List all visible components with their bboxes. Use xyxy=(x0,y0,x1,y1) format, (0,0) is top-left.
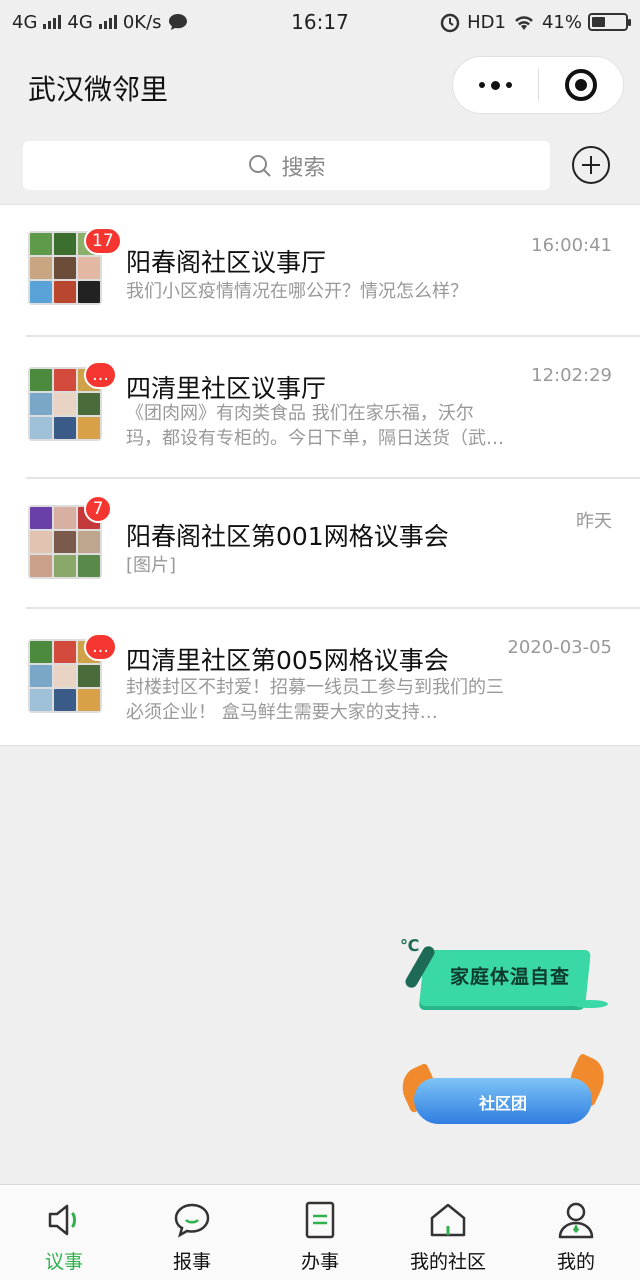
battery-icon xyxy=(588,13,631,31)
status-bar: 4G 4G 0K/s 16:17 HD1 41% xyxy=(0,0,640,44)
temperature-check-label: 家庭体温自查 xyxy=(449,966,570,988)
tab-service[interactable]: 办事 xyxy=(256,1185,384,1280)
chat-title: 阳春阁社区议事厅 xyxy=(126,248,327,277)
chat-title: 四清里社区第005网格议事会 xyxy=(126,646,449,675)
chat-title: 阳春阁社区第001网格议事会 xyxy=(126,522,449,551)
person-icon xyxy=(556,1199,596,1241)
tab-me[interactable]: 我的 xyxy=(512,1185,640,1280)
unread-badge: … xyxy=(84,633,117,661)
chat-preview: 封楼封区不封爱！招募一线员工参与到我们的三必须企业！ 盒马鲜生需要大家的支持… xyxy=(126,677,504,723)
network-speed: 0K/s xyxy=(122,11,162,33)
alarm-clock-icon xyxy=(440,13,460,33)
tab-label: 报事 xyxy=(172,1251,211,1273)
chat-preview: [图片] xyxy=(126,555,177,576)
chat-item[interactable]: … 四清里社区议事厅 12:02:29 《团肉网》有肉类食品 我们在家乐福，沃尔… xyxy=(0,335,640,477)
wifi-icon xyxy=(515,16,533,30)
target-icon xyxy=(564,69,597,101)
add-button[interactable] xyxy=(572,146,610,184)
chat-title: 四清里社区议事厅 xyxy=(126,374,327,403)
tab-discuss[interactable]: 议事 xyxy=(0,1185,128,1280)
signal-bars-icon xyxy=(98,15,117,29)
chat-time: 昨天 xyxy=(576,511,612,532)
document-icon xyxy=(300,1199,340,1241)
network-label-1: 4G xyxy=(12,11,38,33)
more-dot-icon xyxy=(505,82,512,88)
app-title: 武汉微邻里 xyxy=(28,73,169,106)
more-button[interactable] xyxy=(453,57,538,113)
tab-label: 我的 xyxy=(556,1251,595,1273)
chat-item[interactable]: 17 阳春阁社区议事厅 16:00:41 我们小区疫情情况在哪公开？情况怎么样？ xyxy=(0,205,640,335)
chat-item[interactable]: … 四清里社区第005网格议事会 2020-03-05 封楼封区不封爱！招募一线… xyxy=(0,607,640,745)
search-icon xyxy=(249,154,272,177)
tab-report[interactable]: 报事 xyxy=(128,1185,256,1280)
chat-time: 12:02:29 xyxy=(531,365,612,386)
unread-badge: 7 xyxy=(84,495,112,523)
mini-program-capsule xyxy=(452,56,624,114)
home-icon xyxy=(428,1199,468,1241)
community-group-button[interactable]: 社区团 xyxy=(395,1052,612,1130)
celsius-label: ℃ xyxy=(400,936,420,955)
chat-list: 17 阳春阁社区议事厅 16:00:41 我们小区疫情情况在哪公开？情况怎么样？… xyxy=(0,204,640,746)
battery-fill xyxy=(592,17,606,27)
chat-time: 16:00:41 xyxy=(531,235,612,256)
unread-badge: 17 xyxy=(84,227,122,255)
chat-bubble-icon xyxy=(172,1199,212,1241)
battery-percent: 41% xyxy=(541,11,582,33)
search-input[interactable]: 搜索 xyxy=(23,141,550,190)
chat-preview: 我们小区疫情情况在哪公开？情况怎么样？ xyxy=(126,281,468,302)
hd-label: HD1 xyxy=(467,11,506,33)
temperature-check-button[interactable]: ℃ 家庭体温自查 xyxy=(400,936,612,1016)
more-dot-icon xyxy=(478,82,485,88)
close-button[interactable] xyxy=(539,57,624,113)
signal-bars-icon xyxy=(43,15,62,29)
unread-badge: … xyxy=(84,361,117,389)
speaker-icon xyxy=(44,1199,84,1241)
search-placeholder: 搜索 xyxy=(281,155,326,181)
network-label-2: 4G xyxy=(67,11,93,33)
more-dot-icon xyxy=(490,80,500,90)
chat-preview: 《团肉网》有肉类食品 我们在家乐福，沃尔玛，都设有专柜的。今日下单，隔日送货（武… xyxy=(126,403,504,449)
tab-label: 办事 xyxy=(300,1251,339,1273)
community-group-label: 社区团 xyxy=(478,1094,527,1113)
chat-time: 2020-03-05 xyxy=(507,637,612,658)
tab-label: 议事 xyxy=(44,1251,83,1273)
tab-label: 我的社区 xyxy=(409,1251,486,1273)
temperature-card-shadow xyxy=(572,1000,608,1008)
header: 武汉微邻里 xyxy=(0,44,640,130)
tab-my-community[interactable]: 我的社区 xyxy=(384,1185,512,1280)
chat-item[interactable]: 7 阳春阁社区第001网格议事会 昨天 [图片] xyxy=(0,477,640,607)
tab-bar: 议事 报事 办事 我的社区 我的 xyxy=(0,1184,640,1280)
message-bubble-icon xyxy=(168,14,187,30)
